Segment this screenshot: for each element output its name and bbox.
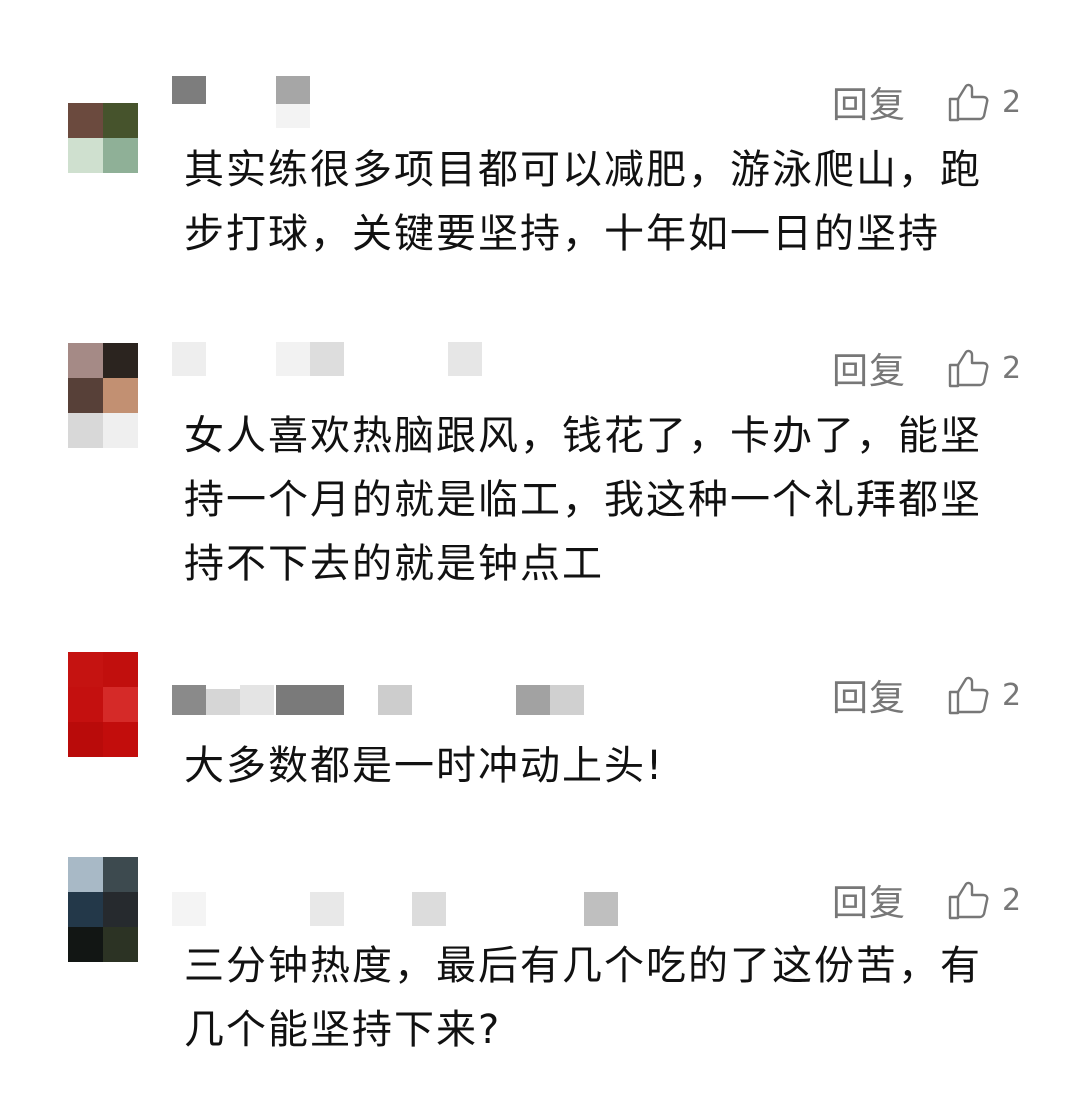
comment-actions: 回复 2 xyxy=(832,673,1032,719)
avatar-pixel xyxy=(68,138,103,173)
reply-button[interactable]: 回复 xyxy=(832,76,906,128)
like-button[interactable]: 2 xyxy=(946,80,1021,124)
like-count: 2 xyxy=(1002,882,1022,918)
username-redacted[interactable] xyxy=(172,892,632,928)
avatar-pixel xyxy=(68,378,103,413)
comment-text: 其实练很多项目都可以减肥，游泳爬山，跑 步打球，关键要坚持，十年如一日的坚持 xyxy=(184,147,982,257)
avatar-pixel xyxy=(103,927,138,962)
avatar-pixel xyxy=(103,857,138,892)
avatar-pixel xyxy=(68,413,103,448)
like-button[interactable]: 2 xyxy=(946,673,1021,717)
avatar-pixel xyxy=(103,652,138,687)
avatar-pixel xyxy=(103,138,138,173)
avatar-pixel xyxy=(103,103,138,138)
avatar-pixel xyxy=(68,652,103,687)
avatar[interactable] xyxy=(68,103,138,173)
username-redacted[interactable] xyxy=(172,685,592,721)
reply-button[interactable]: 回复 xyxy=(832,342,906,394)
like-count: 2 xyxy=(1002,677,1022,713)
avatar-pixel xyxy=(103,413,138,448)
reply-button[interactable]: 回复 xyxy=(832,874,906,926)
comment-actions: 回复 2 xyxy=(832,346,1032,392)
username-redacted[interactable] xyxy=(172,76,322,128)
like-count: 2 xyxy=(1002,84,1022,120)
comment-actions: 回复 2 xyxy=(832,878,1032,924)
avatar[interactable] xyxy=(68,343,138,448)
avatar-pixel xyxy=(103,687,138,722)
like-button[interactable]: 2 xyxy=(946,346,1021,390)
avatar-pixel xyxy=(103,378,138,413)
avatar-pixel xyxy=(68,892,103,927)
avatar-pixel xyxy=(68,722,103,757)
avatar-pixel xyxy=(68,857,103,892)
comment-text: 三分钟热度，最后有几个吃的了这份苦，有 几个能坚持下来? xyxy=(184,943,982,1053)
comment-text: 女人喜欢热脑跟风，钱花了，卡办了，能坚 持一个月的就是临工，我这种一个礼拜都坚 … xyxy=(184,413,982,587)
avatar[interactable] xyxy=(68,857,138,962)
thumbs-up-icon xyxy=(948,676,989,715)
avatar-pixel xyxy=(103,892,138,927)
avatar-pixel xyxy=(68,927,103,962)
thumbs-up-icon xyxy=(948,83,989,122)
avatar-pixel xyxy=(68,687,103,722)
comment-actions: 回复 2 xyxy=(832,80,1032,126)
reply-button[interactable]: 回复 xyxy=(832,669,906,721)
avatar-pixel xyxy=(68,343,103,378)
like-count: 2 xyxy=(1002,350,1022,386)
username-redacted[interactable] xyxy=(172,342,492,378)
avatar[interactable] xyxy=(68,652,138,757)
avatar-pixel xyxy=(103,343,138,378)
thumbs-up-icon xyxy=(948,881,989,920)
like-button[interactable]: 2 xyxy=(946,878,1021,922)
avatar-pixel xyxy=(68,103,103,138)
comment-text: 大多数都是一时冲动上头! xyxy=(184,743,665,789)
avatar-pixel xyxy=(103,722,138,757)
thumbs-up-icon xyxy=(948,349,989,388)
